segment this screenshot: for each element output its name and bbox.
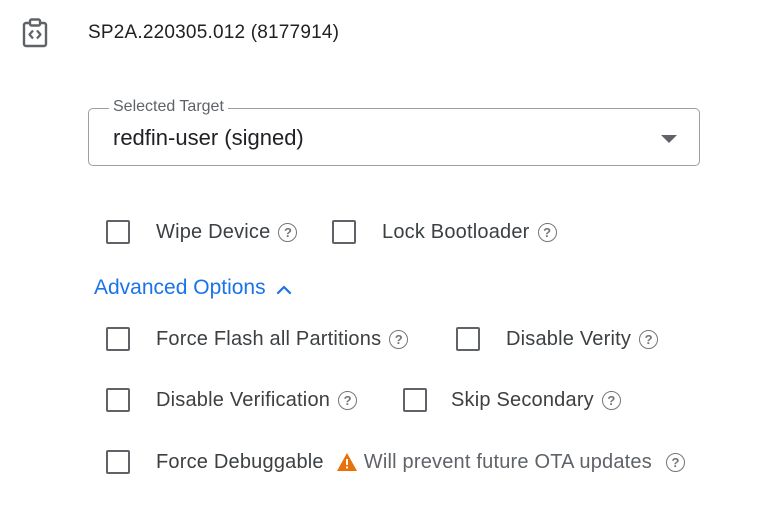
target-select[interactable]: Selected Target redfin-user (signed)	[88, 98, 700, 166]
disable-verity-option[interactable]: Disable Verity ?	[456, 321, 659, 357]
help-icon[interactable]: ?	[537, 222, 557, 242]
build-title: SP2A.220305.012 (8177914)	[88, 22, 340, 43]
build-code-icon	[20, 17, 50, 49]
help-icon[interactable]: ?	[639, 329, 659, 349]
warning-text: Will prevent future OTA updates	[363, 450, 652, 473]
help-icon[interactable]: ?	[389, 329, 409, 349]
dropdown-arrow-icon[interactable]	[661, 135, 677, 143]
skip-secondary-label: Skip Secondary	[451, 388, 594, 411]
disable-verification-option[interactable]: Disable Verification ?	[106, 382, 358, 418]
warning-icon	[336, 452, 358, 472]
force-flash-label: Force Flash all Partitions	[156, 327, 382, 350]
advanced-options-row-3: Force Debuggable Will prevent future OTA…	[0, 444, 757, 480]
disable-verification-checkbox[interactable]	[106, 388, 130, 412]
lock-bootloader-label: Lock Bootloader	[382, 220, 530, 243]
chevron-up-icon	[276, 282, 292, 295]
force-debuggable-checkbox[interactable]	[106, 450, 130, 474]
disable-verification-label: Disable Verification	[156, 388, 331, 411]
target-select-value: redfin-user (signed)	[113, 125, 304, 150]
ota-warning: Will prevent future OTA updates	[336, 451, 652, 474]
help-icon[interactable]: ?	[601, 390, 621, 410]
wipe-device-label: Wipe Device	[156, 220, 271, 243]
advanced-options-label: Advanced Options	[94, 276, 266, 299]
skip-secondary-checkbox[interactable]	[403, 388, 427, 412]
wipe-device-option[interactable]: Wipe Device ?	[106, 214, 298, 250]
advanced-options-row-1: Force Flash all Partitions ? Disable Ver…	[0, 321, 757, 357]
force-debuggable-option[interactable]: Force Debuggable Will prevent future OTA…	[106, 444, 685, 480]
disable-verity-label: Disable Verity	[506, 327, 632, 350]
help-icon[interactable]: ?	[665, 452, 685, 472]
wipe-device-checkbox[interactable]	[106, 220, 130, 244]
help-icon[interactable]: ?	[338, 390, 358, 410]
lock-bootloader-checkbox[interactable]	[332, 220, 356, 244]
advanced-options-toggle[interactable]: Advanced Options	[94, 275, 292, 301]
force-debuggable-label: Force Debuggable	[156, 450, 324, 473]
force-flash-option[interactable]: Force Flash all Partitions ?	[106, 321, 409, 357]
build-header: SP2A.220305.012 (8177914)	[0, 0, 757, 68]
help-icon[interactable]: ?	[278, 222, 298, 242]
lock-bootloader-option[interactable]: Lock Bootloader ?	[332, 214, 557, 250]
disable-verity-checkbox[interactable]	[456, 327, 480, 351]
basic-options-row: Wipe Device ? Lock Bootloader ?	[0, 214, 757, 250]
target-select-label: Selected Target	[109, 98, 228, 116]
advanced-options-row-2: Disable Verification ? Skip Secondary ?	[0, 382, 757, 418]
force-flash-checkbox[interactable]	[106, 327, 130, 351]
skip-secondary-option[interactable]: Skip Secondary ?	[403, 382, 621, 418]
